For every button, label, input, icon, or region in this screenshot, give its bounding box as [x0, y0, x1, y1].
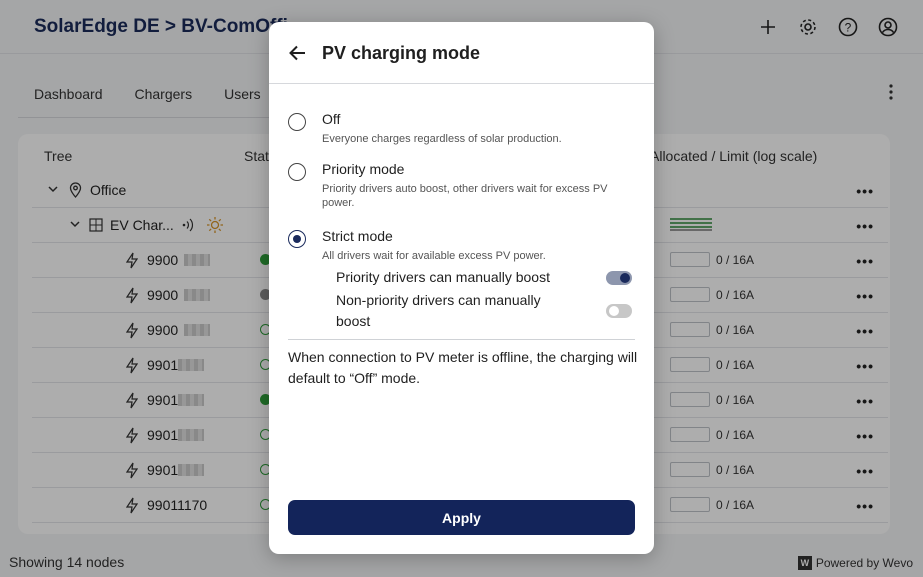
- divider: [288, 339, 635, 340]
- option-priority-mode[interactable]: Priority mode Priority drivers auto boos…: [288, 161, 638, 209]
- radio-strict-mode[interactable]: [288, 230, 306, 248]
- apply-button[interactable]: Apply: [288, 500, 635, 535]
- offline-note: When connection to PV meter is offline, …: [288, 349, 638, 386]
- option-off-desc: Everyone charges regardless of solar pro…: [322, 133, 562, 145]
- non-priority-boost-toggle[interactable]: [606, 304, 632, 318]
- option-strict-title: Strict mode: [322, 228, 393, 244]
- radio-off[interactable]: [288, 113, 306, 131]
- option-off-title: Off: [322, 111, 341, 127]
- option-strict-desc: All drivers wait for available excess PV…: [322, 250, 546, 262]
- non-priority-boost-label: Non-priority drivers can manually boost: [336, 292, 541, 329]
- dialog-header: PV charging mode: [269, 22, 654, 84]
- priority-boost-toggle[interactable]: [606, 271, 632, 285]
- non-priority-boost-setting: Non-priority drivers can manually boost: [336, 290, 632, 332]
- radio-priority-mode[interactable]: [288, 163, 306, 181]
- back-arrow-icon[interactable]: [285, 40, 311, 66]
- priority-boost-label: Priority drivers can manually boost: [336, 269, 550, 285]
- option-priority-desc: Priority drivers auto boost, other drive…: [322, 183, 608, 209]
- dialog-title: PV charging mode: [322, 43, 481, 63]
- option-priority-title: Priority mode: [322, 161, 405, 177]
- option-off[interactable]: Off Everyone charges regardless of solar…: [288, 111, 638, 147]
- option-strict-mode[interactable]: Strict mode All drivers wait for availab…: [288, 228, 638, 264]
- priority-boost-setting: Priority drivers can manually boost: [336, 267, 632, 288]
- pv-charging-mode-dialog: PV charging mode Off Everyone charges re…: [269, 22, 654, 554]
